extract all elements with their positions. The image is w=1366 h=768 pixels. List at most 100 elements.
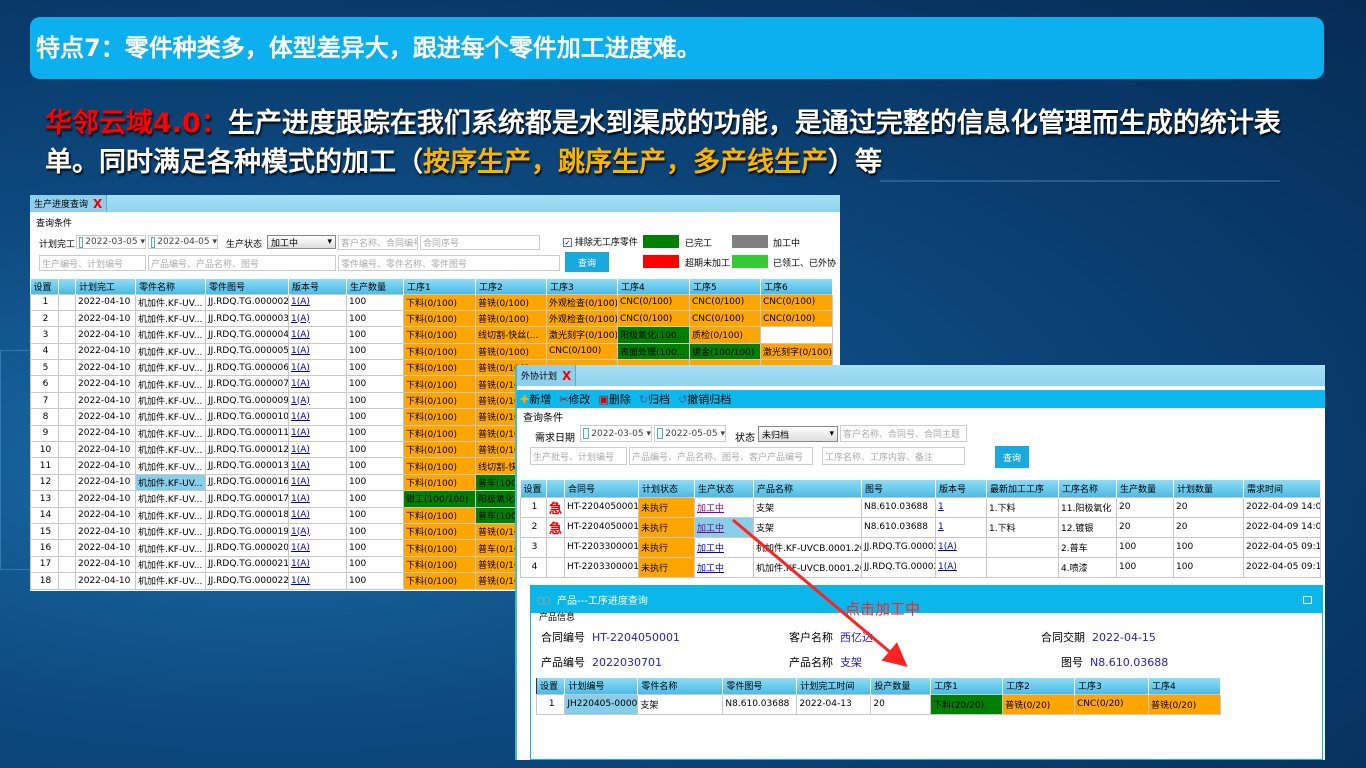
process-cell: 下料(0/100): [403, 555, 476, 574]
version-link[interactable]: 1(A): [291, 477, 310, 487]
query-group-label: 查询条件: [36, 219, 73, 229]
column-header[interactable]: 设置: [30, 279, 59, 294]
product-input[interactable]: 产品编号、产品名称、图号: [148, 255, 336, 271]
process-cell: 阳极氧化(100...: [617, 326, 690, 344]
batch-input[interactable]: 生产批号、计划编号: [530, 447, 627, 465]
table-row[interactable]: 3 2022-04-10 机加件.KF-UV... JJ.RDQ.TG.000004 1…: [30, 326, 833, 344]
column-header[interactable]: 版本号: [935, 480, 987, 497]
query-button[interactable]: 查询: [995, 446, 1029, 468]
table-row[interactable]: 2 2022-04-10 机加件.KF-UV... JJ.RDQ.TG.000003 1…: [30, 309, 833, 328]
column-header[interactable]: 工序2: [1002, 678, 1076, 694]
version-link[interactable]: 1(A): [291, 576, 310, 586]
date-from-picker[interactable]: 2022-03-05 ▾: [76, 235, 146, 249]
exclude-checkbox[interactable]: ✓ 排除无工序零件: [563, 235, 638, 248]
column-header[interactable]: 计划完工时间: [796, 678, 872, 694]
table-row[interactable]: 1 急 HT-2204050001 未执行 加工中 支架 N8.610.03688 1 1.下料…: [520, 496, 1321, 518]
version-link[interactable]: 1(A): [291, 543, 310, 553]
column-header[interactable]: 零件名称: [135, 279, 206, 294]
maximize-button[interactable]: [1303, 595, 1312, 604]
column-header[interactable]: 图号: [861, 480, 936, 497]
version-link[interactable]: 1(A): [291, 412, 310, 422]
column-header[interactable]: 设置: [536, 678, 566, 694]
column-header[interactable]: 计划状态: [638, 480, 695, 497]
version-link[interactable]: 1(A): [291, 510, 310, 520]
version-link[interactable]: 1(A): [291, 527, 310, 537]
version-link[interactable]: 1(A): [291, 314, 310, 324]
product-input[interactable]: 产品编号、产品名称、图号、客户产品编号: [629, 447, 813, 465]
version-link[interactable]: 1(A): [291, 559, 310, 569]
column-header[interactable]: 需求时间: [1243, 480, 1321, 497]
version-link[interactable]: 1(A): [291, 363, 310, 373]
column-header[interactable]: 工序6: [760, 279, 833, 294]
column-header[interactable]: 工序1: [403, 279, 476, 294]
date-from-picker[interactable]: 2022-03-05 ▾: [580, 425, 652, 442]
column-header[interactable]: 工序3: [546, 279, 618, 294]
column-header[interactable]: 投产数量: [870, 678, 932, 694]
tab-progress-query[interactable]: 生产进度查询 X: [30, 195, 108, 212]
column-header[interactable]: 生产状态: [694, 480, 754, 497]
column-header[interactable]: [58, 279, 76, 294]
table-row[interactable]: 1 2022-04-10 机加件.KF-UV... JJ.RDQ.TG.000002 1…: [30, 293, 833, 311]
query-button[interactable]: 查询: [565, 252, 609, 272]
column-header[interactable]: 计划完工: [75, 279, 136, 294]
column-header[interactable]: 计划数量: [1173, 480, 1244, 497]
contract-seq-input[interactable]: 合同序号: [420, 235, 540, 250]
column-header[interactable]: 工序1: [930, 678, 1004, 694]
version-link[interactable]: 1(A): [938, 542, 957, 552]
status-select[interactable]: 未归档 ▾: [758, 426, 838, 442]
column-header[interactable]: 零件名称: [637, 678, 724, 694]
column-header[interactable]: 工序2: [475, 279, 547, 294]
add-button[interactable]: ✚新增: [520, 391, 551, 407]
column-header[interactable]: 零件图号: [205, 279, 289, 294]
column-header[interactable]: 工序4: [617, 279, 690, 294]
pqty-cell: 20: [1173, 496, 1244, 518]
table-row[interactable]: 4 HT-2203300001 未执行 加工中 机加件.KF-UVCB.0001.20A…: [520, 556, 1321, 578]
part-input[interactable]: 零件编号、零件名称、零件图号: [338, 255, 560, 271]
table-row[interactable]: 2 急 HT-2204050001 未执行 加工中 支架 N8.610.03688 1 1.下料…: [520, 516, 1321, 538]
edit-button[interactable]: ✂修改: [559, 391, 590, 407]
plan-finish-cell: 2022-04-10: [75, 391, 136, 410]
version-link[interactable]: 1(A): [938, 562, 957, 572]
column-header[interactable]: 工序5: [689, 279, 761, 294]
version-link[interactable]: 1(A): [291, 445, 310, 455]
customer-input[interactable]: 客户名称、合同号、合同主题: [840, 425, 967, 442]
column-header[interactable]: 计划编号: [564, 678, 639, 694]
column-header[interactable]: 生产数量: [346, 279, 404, 294]
version-link[interactable]: 1: [938, 522, 944, 532]
column-header[interactable]: 工序4: [1148, 678, 1222, 694]
close-icon[interactable]: X: [93, 197, 102, 211]
column-header[interactable]: 最新加工工序: [986, 480, 1059, 497]
column-header[interactable]: 设置: [520, 480, 547, 497]
version-link[interactable]: 1(A): [291, 330, 310, 340]
process-input[interactable]: 工序名称、工序内容、备注: [822, 447, 965, 465]
version-link[interactable]: 1(A): [291, 396, 310, 406]
column-header[interactable]: 工序3: [1074, 678, 1149, 694]
close-icon[interactable]: X: [562, 369, 571, 383]
version-link[interactable]: 1: [938, 502, 944, 512]
column-header[interactable]: 生产数量: [1116, 480, 1174, 497]
status-select[interactable]: 加工中 ▾: [267, 235, 336, 249]
version-link[interactable]: 1(A): [291, 379, 310, 389]
column-header[interactable]: 产品名称: [753, 480, 862, 497]
version-link[interactable]: 1(A): [291, 494, 310, 504]
date-to-picker[interactable]: 2022-05-05 ▾: [654, 425, 726, 442]
column-header[interactable]: 工序名称: [1058, 480, 1117, 497]
production-no-input[interactable]: 生产编号、计划编号: [39, 255, 146, 271]
archive-button[interactable]: ↻归档: [639, 391, 670, 407]
delete-button[interactable]: ▣删除: [598, 391, 630, 407]
table-row[interactable]: 3 HT-2203300001 未执行 加工中 机加件.KF-UVCB.0001.20A…: [520, 536, 1321, 558]
unarchive-button[interactable]: ↺撤销归档: [678, 391, 731, 407]
customer-input[interactable]: 客户名称、合同编号、合同序: [338, 235, 418, 250]
version-link[interactable]: 1(A): [291, 461, 310, 471]
version-link[interactable]: 1(A): [291, 428, 310, 438]
column-header[interactable]: [546, 480, 565, 497]
column-header[interactable]: 版本号: [288, 279, 347, 294]
column-header[interactable]: 零件图号: [722, 678, 798, 694]
column-header[interactable]: 合同号: [564, 480, 639, 497]
table-row[interactable]: 4 2022-04-10 机加件.KF-UV... JJ.RDQ.TG.000005 1…: [30, 342, 833, 361]
tab-outsource-plan[interactable]: 外协计划 X: [517, 365, 577, 386]
table-row[interactable]: 1 JH220405-00001 支架 N8.610.03688 2022-04-13 2…: [535, 693, 1222, 715]
version-link[interactable]: 1(A): [291, 346, 310, 356]
version-link[interactable]: 1(A): [291, 297, 310, 307]
date-to-picker[interactable]: 2022-04-05 ▾: [148, 235, 218, 249]
